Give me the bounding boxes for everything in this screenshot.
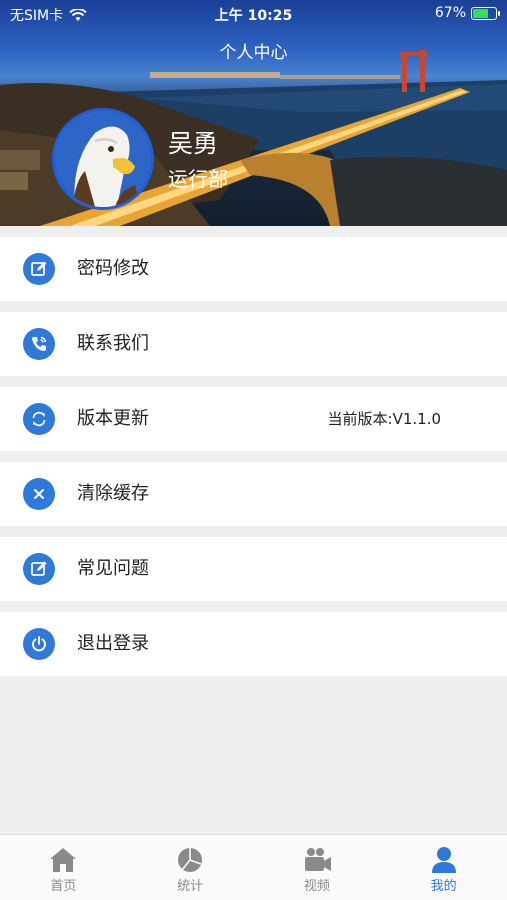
status-time: 上午 10:25 (214, 8, 293, 24)
bottom-tab-bar: 首页 统计 视频 我的 (0, 834, 507, 900)
page-title: 个人中心 (219, 43, 288, 63)
menu-item-clear-cache[interactable]: 清除缓存 (0, 462, 507, 526)
status-bar: 无SIM卡 上午 10:25 67% (0, 0, 507, 28)
menu-item-label: 密码修改 (77, 258, 149, 279)
menu-item-version-update[interactable]: 版本更新 当前版本:V1.1.0 (0, 387, 507, 451)
battery-charging-icon (471, 6, 500, 20)
power-icon (23, 628, 55, 660)
menu-item-label: 联系我们 (77, 333, 149, 354)
eagle-avatar-icon (55, 111, 151, 207)
home-icon (50, 848, 77, 872)
close-icon (23, 478, 55, 510)
profile-header: 无SIM卡 上午 10:25 67% 个人中心 吴勇 运行部 (0, 0, 507, 226)
tab-home[interactable]: 首页 (0, 835, 127, 900)
video-camera-icon (304, 848, 331, 871)
user-department: 运行部 (168, 167, 228, 191)
pie-chart-icon (178, 848, 203, 872)
tab-label: 统计 (177, 879, 204, 894)
tab-label: 首页 (50, 879, 77, 894)
edit-icon (23, 553, 55, 585)
menu-item-logout[interactable]: 退出登录 (0, 612, 507, 676)
phone-icon (23, 328, 55, 360)
edit-icon (23, 253, 55, 285)
tab-label: 我的 (430, 879, 457, 894)
battery-level (473, 8, 488, 18)
battery-percent: 67% (434, 5, 466, 21)
menu-item-contact-us[interactable]: 联系我们 (0, 312, 507, 376)
menu-item-faq[interactable]: 常见问题 (0, 537, 507, 601)
avatar[interactable] (52, 108, 154, 210)
current-version: 当前版本:V1.1.0 (327, 410, 441, 428)
menu-item-label: 退出登录 (77, 633, 149, 654)
tab-video[interactable]: 视频 (254, 835, 381, 900)
menu-item-change-password[interactable]: 密码修改 (0, 237, 507, 301)
tab-statistics[interactable]: 统计 (127, 835, 254, 900)
tab-label: 视频 (303, 879, 330, 894)
user-icon (431, 847, 456, 873)
settings-menu: 密码修改 联系我们 版本更新 当前版本:V1.1.0 清除缓存 常见问题 退出登… (0, 226, 507, 676)
tab-mine[interactable]: 我的 (380, 835, 507, 900)
refresh-icon (23, 403, 55, 435)
menu-item-label: 版本更新 (77, 408, 149, 429)
menu-item-label: 常见问题 (77, 558, 149, 579)
menu-item-label: 清除缓存 (77, 483, 149, 504)
user-name: 吴勇 (168, 129, 219, 158)
